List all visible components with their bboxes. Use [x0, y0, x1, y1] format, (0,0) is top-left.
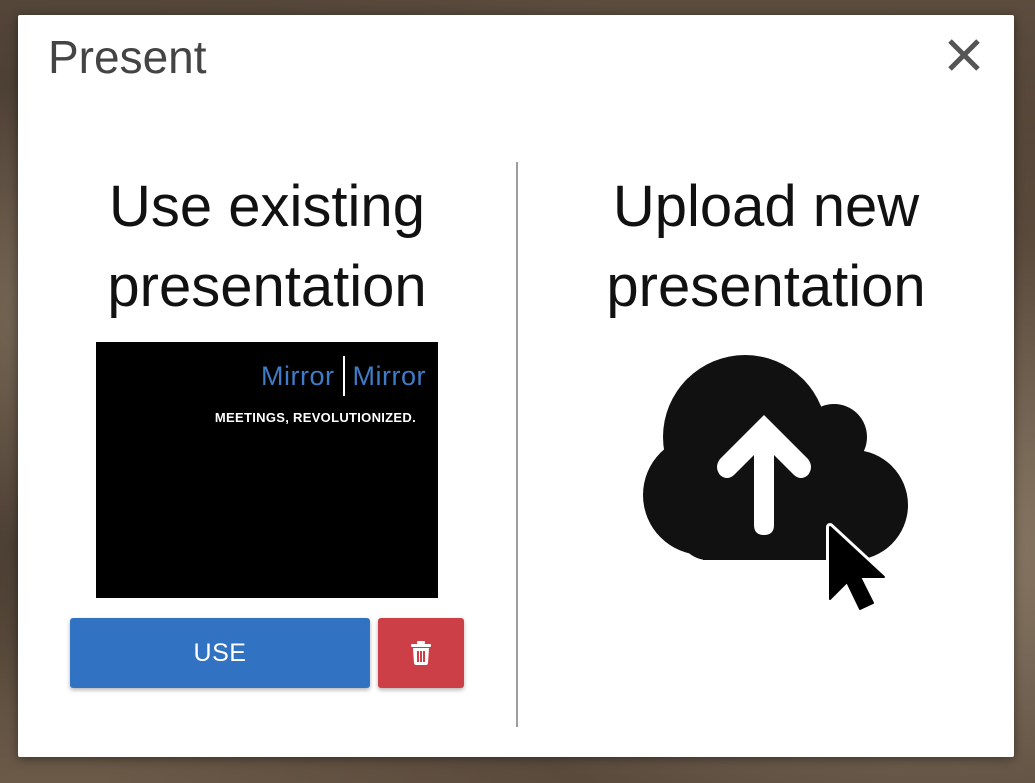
mirror-mirror-logo: Mirror Mirror: [261, 356, 426, 396]
upload-new-heading-line2: presentation: [606, 254, 926, 319]
cloud-upload-icon: [643, 355, 908, 613]
logo-text-right: Mirror: [352, 360, 426, 391]
logo-divider: [342, 356, 345, 396]
logo-tagline: MEETINGS, REVOLUTIONIZED.: [214, 410, 416, 425]
logo-text-left: Mirror: [261, 360, 335, 391]
upload-new-heading: Upload new presentation: [536, 167, 996, 327]
use-existing-heading: Use existing presentation: [37, 167, 497, 327]
trash-icon: [411, 641, 431, 665]
use-existing-heading-line1: Use existing: [109, 174, 425, 239]
presentation-thumbnail[interactable]: Mirror Mirror MEETINGS, REVOLUTIONIZED.: [96, 342, 438, 598]
column-divider: [516, 162, 518, 727]
close-icon: [948, 39, 980, 71]
close-button[interactable]: [942, 33, 986, 77]
dialog-title: Present: [48, 31, 207, 83]
upload-new-heading-line1: Upload new: [612, 174, 920, 239]
upload-button[interactable]: [638, 355, 908, 613]
present-dialog: Present Use existing presentation Mirror…: [18, 15, 1014, 757]
use-button[interactable]: USE: [70, 618, 370, 688]
use-existing-heading-line2: presentation: [107, 254, 427, 319]
delete-button[interactable]: [378, 618, 464, 688]
